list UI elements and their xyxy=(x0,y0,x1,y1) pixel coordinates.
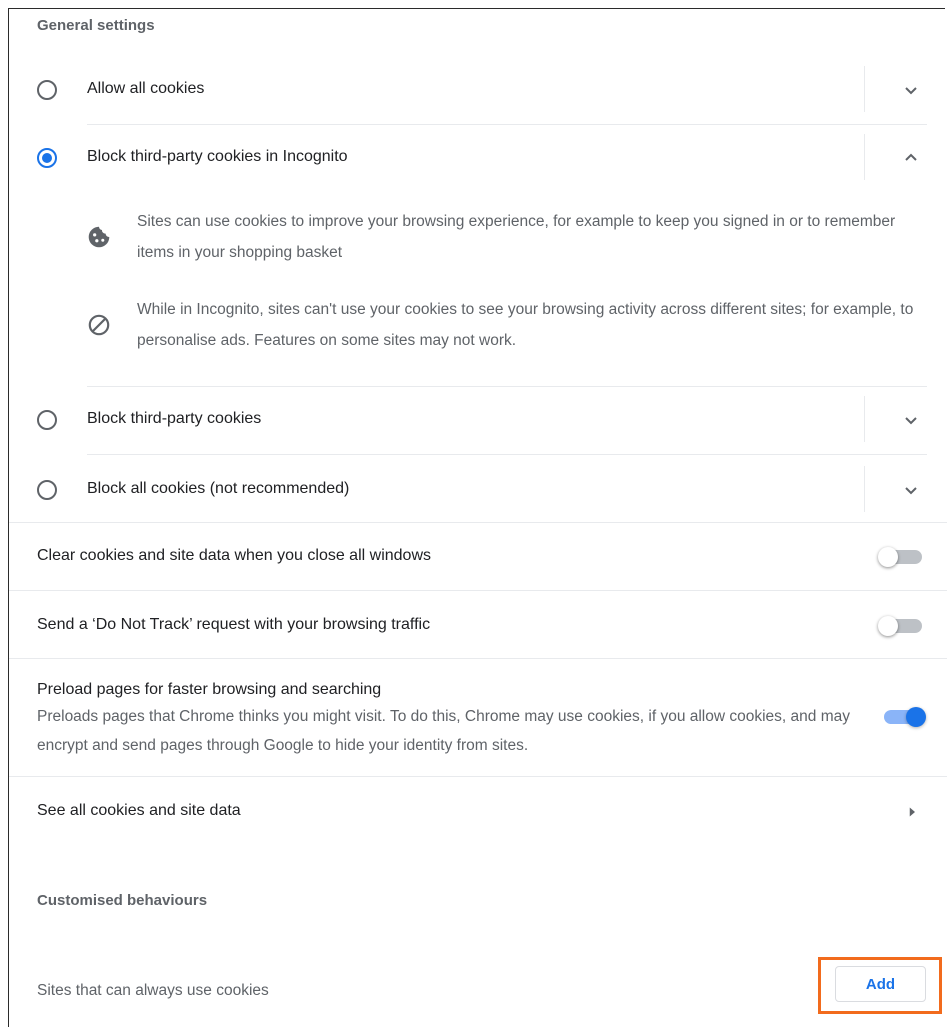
radio-label-block-third-party: Block third-party cookies xyxy=(87,410,262,427)
general-settings-heading: General settings xyxy=(37,17,155,34)
radio-button-block-third-party[interactable] xyxy=(37,410,57,430)
divider xyxy=(864,396,865,442)
radio-option-allow-all[interactable]: Allow all cookies xyxy=(26,66,947,114)
see-all-cookies-row[interactable]: See all cookies and site data xyxy=(9,777,947,841)
radio-label-allow-all: Allow all cookies xyxy=(87,80,205,97)
always-allow-label: Sites that can always use cookies xyxy=(37,982,269,999)
radio-button-block-incognito[interactable] xyxy=(37,148,57,168)
block-icon xyxy=(88,314,110,336)
radio-option-block-all[interactable]: Block all cookies (not recommended) xyxy=(26,466,947,514)
divider xyxy=(9,522,947,523)
see-all-cookies-label: See all cookies and site data xyxy=(37,802,241,819)
divider xyxy=(864,466,865,512)
preload-label: Preload pages for faster browsing and se… xyxy=(37,681,382,698)
chevron-down-icon[interactable] xyxy=(899,408,923,432)
divider xyxy=(864,134,865,180)
do-not-track-toggle[interactable] xyxy=(876,614,924,638)
do-not-track-label: Send a ‘Do Not Track’ request with your … xyxy=(37,616,431,633)
divider xyxy=(9,658,947,659)
divider xyxy=(87,386,927,387)
customised-behaviours-heading: Customised behaviours xyxy=(37,892,208,909)
radio-option-block-incognito[interactable]: Block third-party cookies in Incognito xyxy=(26,134,947,182)
arrow-right-icon xyxy=(909,807,915,817)
chevron-up-icon[interactable] xyxy=(899,146,923,170)
cookie-icon xyxy=(88,226,110,248)
clear-on-close-label: Clear cookies and site data when you clo… xyxy=(37,547,431,564)
radio-label-block-incognito: Block third-party cookies in Incognito xyxy=(87,148,348,165)
divider xyxy=(87,124,927,125)
radio-label-block-all: Block all cookies (not recommended) xyxy=(87,480,350,497)
incognito-detail-block-text: While in Incognito, sites can't use your… xyxy=(137,301,914,349)
preload-description: Preloads pages that Chrome thinks you mi… xyxy=(37,708,850,754)
toggle-knob xyxy=(878,616,898,636)
radio-button-allow-all[interactable] xyxy=(37,80,57,100)
incognito-detail-cookies-text: Sites can use cookies to improve your br… xyxy=(137,213,896,261)
chevron-down-icon[interactable] xyxy=(899,478,923,502)
radio-button-block-all[interactable] xyxy=(37,480,57,500)
divider xyxy=(87,454,927,455)
radio-option-block-third-party[interactable]: Block third-party cookies xyxy=(26,396,947,444)
toggle-knob xyxy=(906,707,926,727)
preload-toggle[interactable] xyxy=(880,705,928,729)
toggle-knob xyxy=(878,547,898,567)
clear-on-close-toggle[interactable] xyxy=(876,545,924,569)
add-site-button[interactable]: Add xyxy=(835,966,926,1002)
chevron-down-icon[interactable] xyxy=(899,78,923,102)
divider xyxy=(9,590,947,591)
divider xyxy=(864,66,865,112)
